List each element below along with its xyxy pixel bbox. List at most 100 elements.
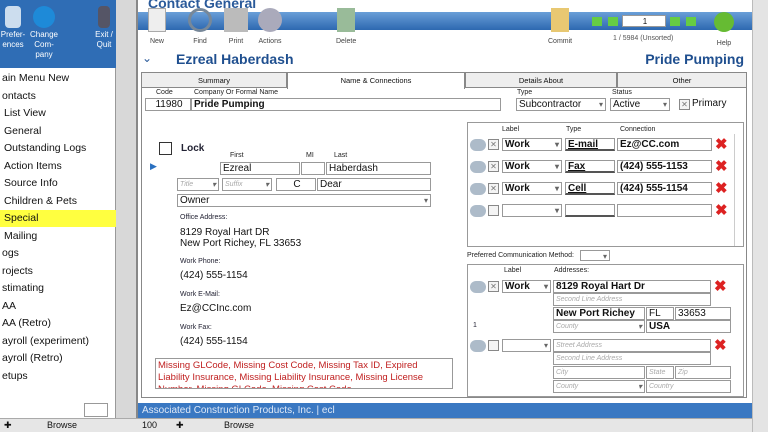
zip-field[interactable]: Zip: [675, 366, 731, 379]
tab-details-about[interactable]: Details About: [465, 72, 617, 88]
actions-button[interactable]: Actions: [258, 8, 282, 45]
change-company-button[interactable]: Change Com- pany: [28, 6, 60, 60]
sidebar-item[interactable]: ain Menu New: [0, 70, 116, 87]
first-name-field[interactable]: Ezreal: [220, 162, 300, 175]
lock-checkbox[interactable]: [159, 142, 172, 155]
connection-value-field[interactable]: (424) 555-1154: [617, 182, 712, 195]
new-button[interactable]: New: [148, 8, 166, 45]
delete-connection-icon[interactable]: ✖: [715, 159, 728, 174]
zoom-in-icon[interactable]: ✚: [176, 419, 184, 432]
delete-button[interactable]: Delete: [336, 8, 356, 45]
mode-left[interactable]: Browse: [47, 419, 77, 432]
connection-checkbox[interactable]: [488, 205, 499, 216]
connections-scrollbar[interactable]: [734, 134, 743, 246]
sidebar-item[interactable]: Children & Pets: [0, 193, 116, 210]
sidebar-item[interactable]: Special: [0, 210, 116, 227]
sidebar-item[interactable]: Outstanding Logs: [0, 140, 116, 157]
status-select[interactable]: Active: [610, 98, 670, 111]
sidebar-item[interactable]: rojects: [0, 263, 116, 280]
delete-address-icon[interactable]: ✖: [714, 279, 727, 294]
zip-field[interactable]: 33653: [675, 307, 731, 320]
street-field[interactable]: Street Address: [553, 339, 711, 352]
connection-value-field[interactable]: [617, 204, 712, 217]
mode-right[interactable]: Browse: [224, 419, 254, 432]
connection-gear-icon[interactable]: [470, 205, 486, 217]
zoom-level[interactable]: 100: [142, 419, 157, 432]
city-field[interactable]: New Port Richey: [553, 307, 645, 320]
salutation-field[interactable]: Dear: [317, 178, 431, 191]
state-field[interactable]: FL: [646, 307, 674, 320]
suffix-select[interactable]: Suffix: [222, 178, 272, 191]
sidebar-item[interactable]: General: [0, 123, 116, 140]
title-select[interactable]: Title: [177, 178, 219, 191]
address-label-select[interactable]: Work: [502, 280, 551, 293]
last-record-icon[interactable]: [686, 17, 696, 26]
sidebar-item[interactable]: ogs: [0, 245, 116, 262]
type-select[interactable]: Subcontractor: [516, 98, 606, 111]
find-button[interactable]: Find: [188, 8, 212, 45]
county-select[interactable]: County: [553, 380, 645, 393]
address-checkbox[interactable]: [488, 340, 499, 351]
address-checkbox[interactable]: ✕: [488, 281, 499, 292]
connection-label-select[interactable]: Work: [502, 138, 562, 151]
mi-field[interactable]: [301, 162, 325, 175]
help-button[interactable]: Help: [714, 12, 734, 47]
last-name-field[interactable]: Haberdash: [326, 162, 431, 175]
connection-value-field[interactable]: Ez@CC.com: [617, 138, 712, 151]
sidebar-item[interactable]: AA: [0, 298, 116, 315]
preferred-method-select[interactable]: [580, 250, 610, 261]
primary-checkbox[interactable]: ✕: [679, 99, 690, 110]
collapse-chevron-icon[interactable]: ⌄: [142, 51, 152, 65]
initial-field[interactable]: C: [276, 178, 316, 191]
connection-checkbox[interactable]: ✕: [488, 183, 499, 194]
street2-field[interactable]: Second Line Address: [553, 293, 711, 306]
sidebar-item[interactable]: ayroll (Retro): [0, 350, 116, 367]
sidebar-item[interactable]: Source Info: [0, 175, 116, 192]
zoom-in-icon[interactable]: ✚: [4, 419, 12, 432]
street-field[interactable]: 8129 Royal Hart Dr: [553, 280, 711, 293]
connection-gear-icon[interactable]: [470, 161, 486, 173]
tab-summary[interactable]: Summary: [141, 72, 287, 88]
street2-field[interactable]: Second Line Address: [553, 352, 711, 365]
sidebar-small-input[interactable]: [84, 403, 108, 417]
record-number-input[interactable]: 1: [622, 15, 666, 27]
prev-record-icon[interactable]: [608, 17, 618, 26]
delete-connection-icon[interactable]: ✖: [715, 181, 728, 196]
connection-checkbox[interactable]: ✕: [488, 161, 499, 172]
connection-gear-icon[interactable]: [470, 139, 486, 151]
connection-type-button[interactable]: Cell: [565, 182, 615, 195]
connection-type-button[interactable]: [565, 204, 615, 217]
exit-button[interactable]: Exit / Quit: [92, 6, 116, 50]
commit-button[interactable]: Commit: [548, 8, 572, 45]
connection-type-button[interactable]: Fax: [565, 160, 615, 173]
sidebar-item[interactable]: ontacts: [0, 88, 116, 105]
first-record-icon[interactable]: [592, 17, 602, 26]
sidebar-item[interactable]: Mailing: [0, 228, 116, 245]
sidebar-item[interactable]: stimating: [0, 280, 116, 297]
country-field[interactable]: USA: [646, 320, 731, 333]
print-button[interactable]: Print: [224, 8, 248, 45]
sidebar-item[interactable]: Action Items: [0, 158, 116, 175]
connection-type-button[interactable]: E-mail: [565, 138, 615, 151]
tab-other[interactable]: Other: [617, 72, 747, 88]
role-select[interactable]: Owner: [177, 194, 431, 207]
connection-label-select[interactable]: Work: [502, 160, 562, 173]
delete-address-icon[interactable]: ✖: [714, 338, 727, 353]
address-gear-icon[interactable]: [470, 281, 486, 293]
window-scrollbar[interactable]: [752, 0, 768, 432]
connection-checkbox[interactable]: ✕: [488, 139, 499, 150]
delete-connection-icon[interactable]: ✖: [715, 203, 728, 218]
code-field[interactable]: 11980: [145, 98, 191, 111]
splitter[interactable]: [116, 0, 138, 432]
address-gear-icon[interactable]: [470, 340, 486, 352]
state-field[interactable]: State: [646, 366, 674, 379]
connection-label-select[interactable]: Work: [502, 182, 562, 195]
preferences-button[interactable]: Prefer- ences: [0, 6, 26, 50]
tab-name-connections[interactable]: Name & Connections: [287, 72, 465, 89]
connection-label-select[interactable]: [502, 204, 562, 217]
sidebar-item[interactable]: etups: [0, 368, 116, 385]
delete-connection-icon[interactable]: ✖: [715, 137, 728, 152]
sidebar-item[interactable]: List View: [0, 105, 116, 122]
county-select[interactable]: County: [553, 320, 645, 333]
connection-value-field[interactable]: (424) 555-1153: [617, 160, 712, 173]
